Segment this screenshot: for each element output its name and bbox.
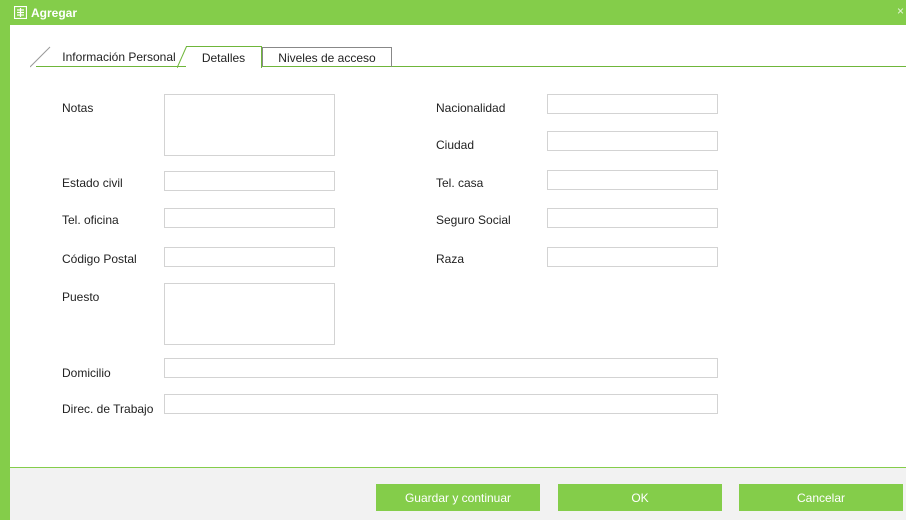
ciudad-field[interactable] <box>547 131 718 151</box>
label-nacionalidad: Nacionalidad <box>436 101 506 115</box>
label-puesto: Puesto <box>62 290 100 304</box>
direc-trabajo-field[interactable] <box>164 394 718 414</box>
puesto-field[interactable] <box>164 283 335 345</box>
tab-niveles-de-acceso[interactable]: Niveles de acceso <box>262 47 392 67</box>
label-domicilio: Domicilio <box>62 366 111 380</box>
close-icon[interactable]: × <box>897 4 904 18</box>
estado-civil-field[interactable] <box>164 171 335 191</box>
tab-informacion-personal[interactable]: Información Personal <box>30 46 188 68</box>
ok-button[interactable]: OK <box>558 484 722 511</box>
domicilio-field[interactable] <box>164 358 718 378</box>
tab-strip: Información Personal Detalles Niveles de… <box>10 25 906 68</box>
label-ciudad: Ciudad <box>436 138 475 152</box>
tab-label: Detalles <box>201 50 246 65</box>
label-notas: Notas <box>62 101 94 115</box>
label-estado-civil: Estado civil <box>62 176 123 190</box>
label-seguro-social: Seguro Social <box>436 213 511 227</box>
label-raza: Raza <box>436 252 465 266</box>
codigo-postal-field[interactable] <box>164 247 335 267</box>
nacionalidad-field[interactable] <box>547 94 718 114</box>
save-continue-button[interactable]: Guardar y continuar <box>376 484 540 511</box>
label-direc-trabajo: Direc. de Trabajo <box>62 402 154 416</box>
tab-label: Información Personal <box>62 49 176 64</box>
tab-detalles[interactable]: Detalles <box>177 46 262 68</box>
cancel-button[interactable]: Cancelar <box>739 484 903 511</box>
add-dialog: Agregar × Información Personal Detalles … <box>0 0 906 520</box>
label-tel-casa: Tel. casa <box>436 176 484 190</box>
tel-casa-field[interactable] <box>547 170 718 190</box>
window-title: Agregar <box>31 6 78 20</box>
tab-label: Niveles de acceso <box>278 50 376 65</box>
add-form-icon <box>14 6 27 19</box>
tel-oficina-field[interactable] <box>164 208 335 228</box>
tab-edge-shape <box>177 46 187 68</box>
label-tel-oficina: Tel. oficina <box>62 213 119 227</box>
notas-field[interactable] <box>164 94 335 156</box>
title-bar[interactable]: Agregar × <box>0 0 906 25</box>
label-codigo-postal: Código Postal <box>62 252 137 266</box>
seguro-social-field[interactable] <box>547 208 718 228</box>
raza-field[interactable] <box>547 247 718 267</box>
tab-edge-shape <box>30 46 51 68</box>
